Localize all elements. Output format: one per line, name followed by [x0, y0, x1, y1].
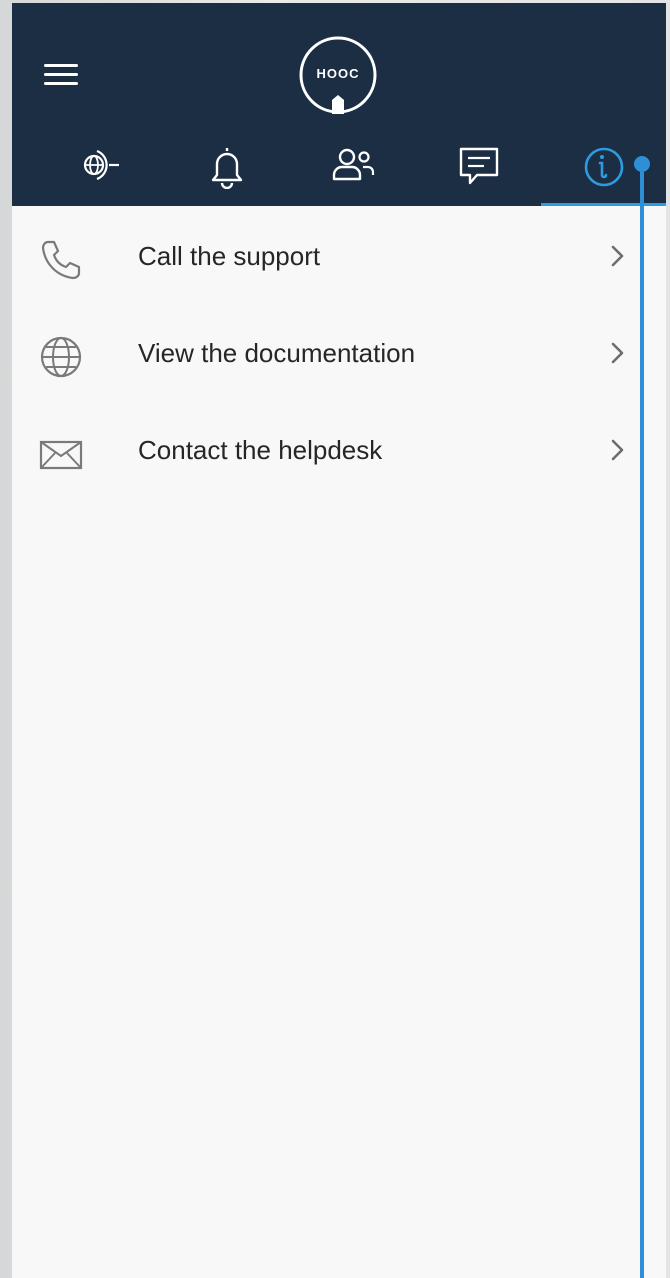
bell-icon [211, 148, 243, 189]
envelope-icon [39, 440, 83, 470]
tab-messages[interactable] [416, 133, 542, 206]
call-support-item[interactable]: Call the support [12, 206, 666, 303]
callout-dot [634, 156, 650, 172]
users-icon [332, 148, 375, 181]
network-connection-icon [83, 149, 119, 181]
chevron-right-icon [611, 439, 624, 461]
contact-helpdesk-label: Contact the helpdesk [138, 435, 383, 465]
tab-notifications[interactable] [164, 133, 290, 206]
view-documentation-item[interactable]: View the documentation [12, 303, 666, 400]
hamburger-menu-icon [44, 64, 78, 85]
app-screen: HOOC Call the support View the documenta… [12, 3, 666, 1278]
menu-button[interactable] [40, 59, 82, 91]
app-header: HOOC [12, 3, 666, 206]
globe-icon [40, 336, 82, 378]
tab-contacts[interactable] [290, 133, 416, 206]
view-documentation-label: View the documentation [138, 338, 416, 368]
call-support-label: Call the support [138, 241, 321, 271]
chevron-right-icon [611, 342, 624, 364]
contact-helpdesk-item[interactable]: Contact the helpdesk [12, 400, 666, 497]
callout-line [640, 172, 644, 1278]
logo-text: HOOC [316, 66, 360, 81]
chat-icon [459, 147, 499, 185]
support-menu-list: Call the support View the documentation [12, 206, 666, 497]
phone-icon [41, 240, 81, 280]
info-icon [584, 147, 624, 187]
tab-network[interactable] [38, 133, 164, 206]
chevron-right-icon [611, 245, 624, 267]
main-tabs [12, 133, 666, 206]
hooc-logo: HOOC [299, 36, 377, 114]
